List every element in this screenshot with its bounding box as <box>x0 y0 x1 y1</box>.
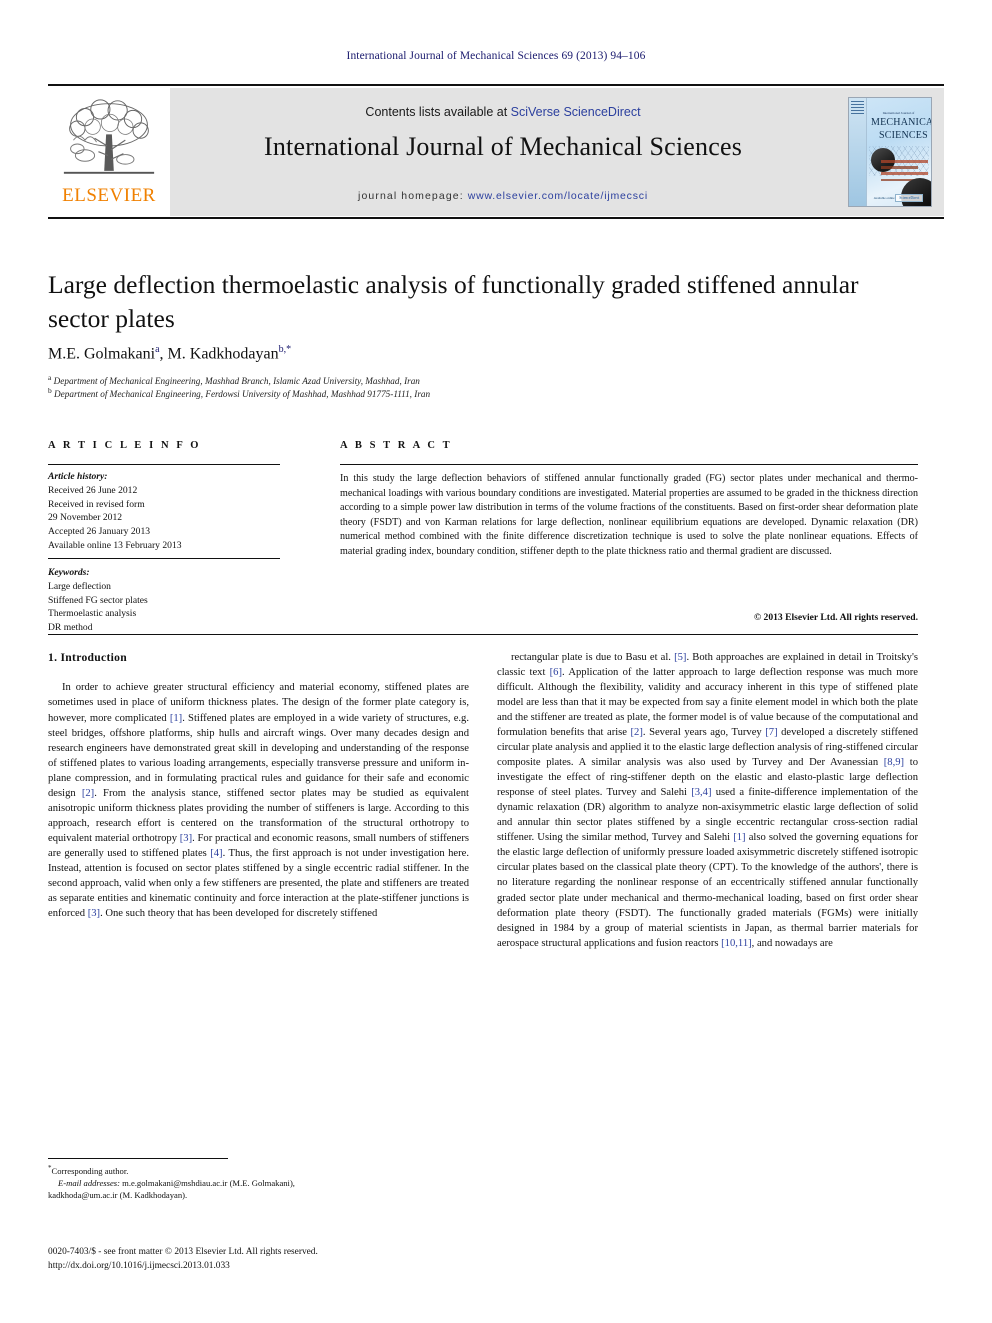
cover-footer-text: Available online <box>873 196 895 200</box>
cover-spine <box>849 98 867 206</box>
keywords-block: Keywords: Large deflection Stiffened FG … <box>48 566 284 635</box>
cover-title-line2: SCIENCES <box>879 130 928 141</box>
article-info-heading: A R T I C L E I N F O <box>48 440 202 451</box>
cover-top-line: International Journal of <box>882 111 915 115</box>
masthead-center: Contents lists available at SciVerse Sci… <box>170 88 836 216</box>
affiliation-marker-a: a <box>48 373 52 382</box>
journal-title: International Journal of Mechanical Scie… <box>263 132 743 161</box>
issn-line: 0020-7403/$ - see front matter © 2013 El… <box>48 1247 318 1257</box>
author-list: M.E. Golmakania, M. Kadkhodayanb,* <box>48 344 292 363</box>
doi-line: http://dx.doi.org/10.1016/j.ijmecsci.201… <box>48 1261 230 1272</box>
abstract-copyright: © 2013 Elsevier Ltd. All rights reserved… <box>753 612 918 623</box>
affiliation-a-text: Department of Mechanical Engineering, Ma… <box>53 376 420 387</box>
cover-elsevier-icon <box>851 101 864 114</box>
cover-title-line1: MECHANICAL <box>871 117 931 128</box>
running-head: International Journal of Mechanical Scie… <box>346 50 646 62</box>
elsevier-logo: ELSEVIER <box>48 88 170 216</box>
homepage-line: journal homepage: www.elsevier.com/locat… <box>170 190 836 202</box>
body-paragraph-left: In order to achieve greater structural e… <box>48 682 470 919</box>
keyword-item: DR method <box>48 622 93 634</box>
email-label: E-mail addresses: <box>58 1178 120 1189</box>
journal-cover-thumbnail: International Journal of MECHANICAL SCIE… <box>836 88 944 216</box>
body-separator-rule <box>48 634 918 635</box>
journal-homepage-link[interactable]: www.elsevier.com/locate/ijmecsci <box>468 190 648 202</box>
footnote-block: *Corresponding author. E-mail addresses:… <box>48 1164 469 1201</box>
keyword-item: Thermoelastic analysis <box>48 608 137 620</box>
contents-line: Contents lists available at SciVerse Sci… <box>170 105 836 119</box>
article-info-rule-top <box>48 464 280 465</box>
article-page: International Journal of Mechanical Scie… <box>0 0 992 1323</box>
history-item: Received 26 June 2012 <box>48 484 138 496</box>
email-line-1: E-mail addresses: m.e.golmakani@mshdiau.… <box>48 1177 469 1189</box>
article-info-rule-mid <box>48 558 280 559</box>
article-history-label: Article history: <box>48 471 108 482</box>
abstract-heading: A B S T R A C T <box>340 440 453 451</box>
email-value-1: m.e.golmakani@mshdiau.ac.ir (M.E. Golmak… <box>119 1178 295 1189</box>
cover-footer: Available online ScienceDirect <box>869 193 928 202</box>
elsevier-wordmark: ELSEVIER <box>62 185 156 206</box>
section-heading-introduction: 1. Introduction <box>48 651 128 664</box>
keyword-item: Stiffened FG sector plates <box>48 594 148 606</box>
article-title: Large deflection thermoelastic analysis … <box>48 270 859 333</box>
keyword-item: Large deflection <box>48 580 111 592</box>
abstract-text: In this study the large deflection behav… <box>340 473 918 557</box>
elsevier-tree-icon: ELSEVIER <box>54 96 164 208</box>
body-column-right: rectangular plate is due to Basu et al. … <box>497 650 918 951</box>
history-item: Available online 13 February 2013 <box>48 540 182 552</box>
contents-prefix: Contents lists available at <box>365 105 511 119</box>
email-line-2: kadkhoda@um.ac.ir (M. Kadkhodayan). <box>48 1190 188 1201</box>
affiliation-marker-b: b <box>48 386 52 395</box>
footnote-rule <box>48 1158 228 1159</box>
history-item: Accepted 26 January 2013 <box>48 526 151 538</box>
sciencedirect-link[interactable]: SciVerse ScienceDirect <box>511 105 641 119</box>
cover-sciencedirect-badge: ScienceDirect <box>895 194 924 202</box>
history-item: Received in revised form <box>48 498 145 510</box>
affiliation-b-text: Department of Mechanical Engineering, Fe… <box>54 389 431 400</box>
body-paragraph-right: rectangular plate is due to Basu et al. … <box>497 652 918 949</box>
history-item: 29 November 2012 <box>48 512 123 524</box>
keywords-label: Keywords: <box>48 567 90 578</box>
affiliation-b: b Department of Mechanical Engineering, … <box>48 386 918 401</box>
abstract-rule-top <box>340 464 918 465</box>
journal-masthead: ELSEVIER Contents lists available at Sci… <box>48 84 944 219</box>
corresponding-label: Corresponding author. <box>51 1165 129 1176</box>
corresponding-author-line: *Corresponding author. <box>48 1164 469 1177</box>
body-column-left: 1. Introduction In order to achieve grea… <box>48 650 469 921</box>
homepage-prefix: journal homepage: <box>358 190 468 202</box>
article-history-block: Article history: Received 26 June 2012 R… <box>48 470 284 553</box>
imprint-block: 0020-7403/$ - see front matter © 2013 El… <box>48 1245 488 1273</box>
